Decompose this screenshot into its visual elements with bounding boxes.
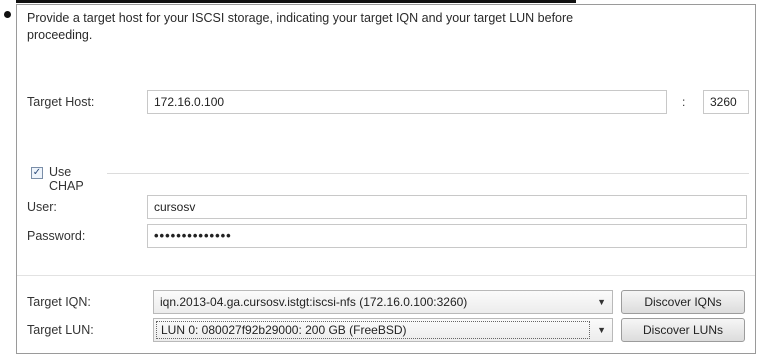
iscsi-target-page: Provide a target host for your ISCSI sto…	[0, 0, 762, 360]
chevron-down-icon: ▼	[597, 325, 606, 335]
target-lun-select[interactable]: LUN 0: 080027f92b29000: 200 GB (FreeBSD)…	[153, 318, 613, 342]
target-host-label: Target Host:	[27, 95, 95, 109]
chap-legend: ✓ Use CHAP	[23, 165, 107, 193]
target-host-input[interactable]: 172.16.0.100	[147, 90, 667, 114]
user-input[interactable]: cursosv	[147, 195, 747, 219]
use-chap-checkbox[interactable]: ✓	[31, 167, 43, 179]
target-port-input[interactable]: 3260	[703, 90, 749, 114]
target-lun-value: LUN 0: 080027f92b29000: 200 GB (FreeBSD)	[156, 321, 590, 339]
password-input[interactable]: ••••••••••••••	[147, 224, 747, 248]
section-divider	[17, 275, 755, 276]
user-label: User:	[27, 200, 57, 214]
intro-text: Provide a target host for your ISCSI sto…	[27, 11, 574, 42]
target-iqn-value: iqn.2013-04.ga.cursosv.istgt:iscsi-nfs (…	[160, 295, 468, 309]
target-lun-label: Target LUN:	[27, 323, 94, 337]
target-iqn-select[interactable]: iqn.2013-04.ga.cursosv.istgt:iscsi-nfs (…	[153, 290, 613, 314]
top-rule	[16, 0, 576, 3]
discover-luns-button[interactable]: Discover LUNs	[621, 318, 745, 342]
chevron-down-icon: ▼	[597, 297, 606, 307]
target-iqn-label: Target IQN:	[27, 295, 91, 309]
list-bullet	[4, 11, 11, 18]
use-chap-label: Use CHAP	[49, 165, 84, 193]
port-separator: :	[682, 95, 686, 109]
iscsi-target-panel: Provide a target host for your ISCSI sto…	[16, 4, 756, 354]
discover-iqns-button[interactable]: Discover IQNs	[621, 290, 745, 314]
password-label: Password:	[27, 229, 86, 243]
